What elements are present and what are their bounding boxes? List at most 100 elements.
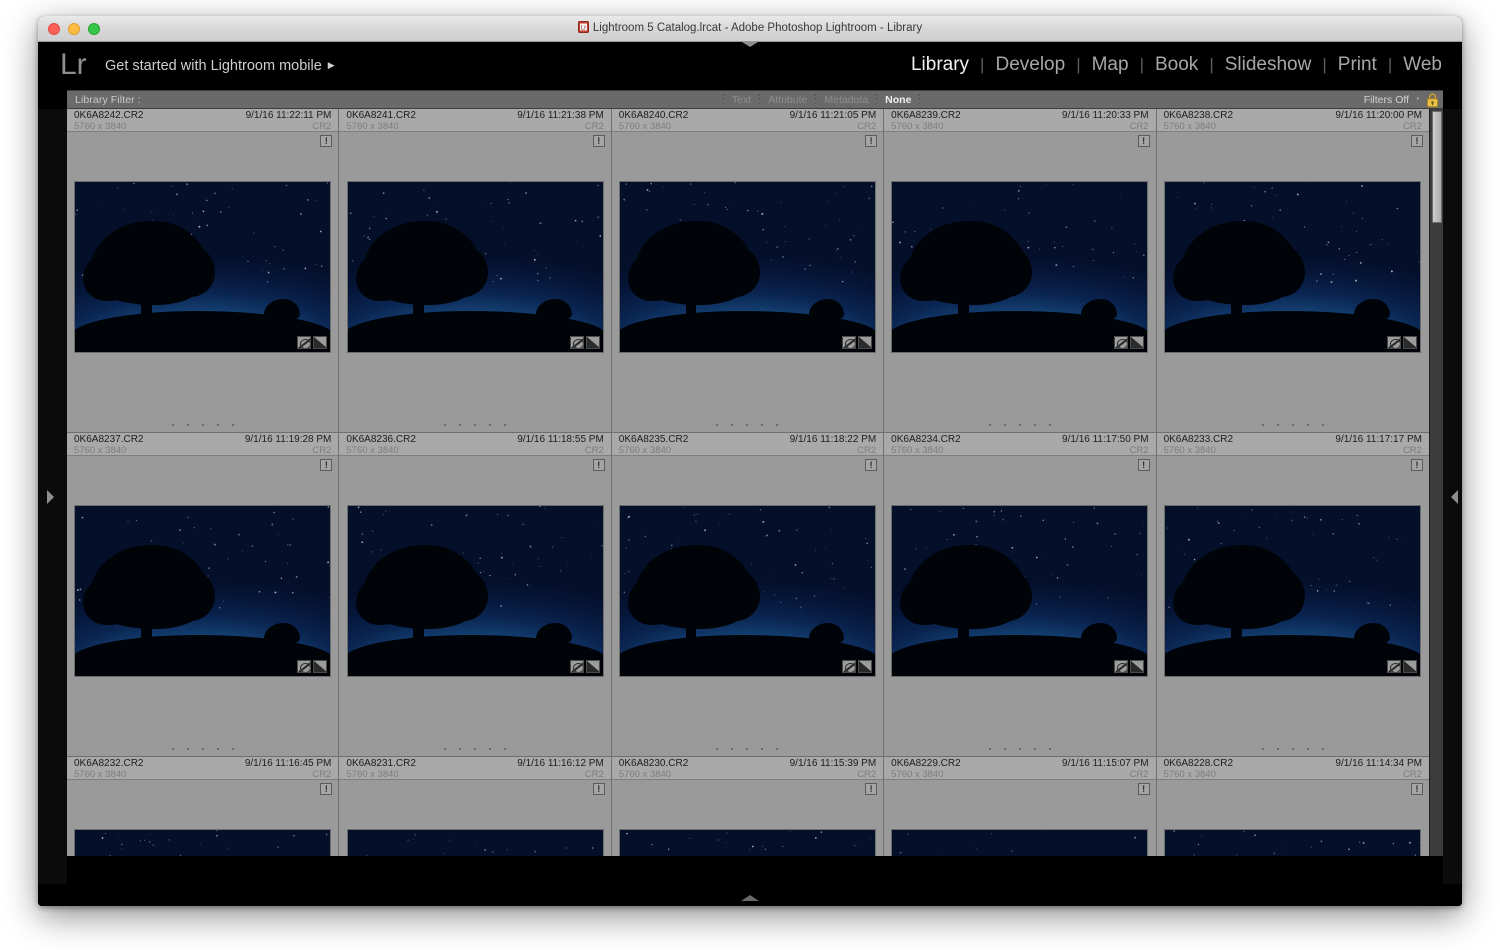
crop-badge-icon[interactable]	[1387, 336, 1402, 349]
module-map[interactable]: Map	[1090, 54, 1131, 76]
photo-thumbnail[interactable]	[75, 506, 331, 676]
develop-adjustment-badge-icon[interactable]	[1130, 336, 1145, 349]
rating-dot[interactable]	[459, 748, 462, 750]
rating-dot[interactable]	[1291, 424, 1294, 426]
rating-dot[interactable]	[231, 424, 234, 426]
rating-dot[interactable]	[1321, 748, 1324, 750]
rating-dot[interactable]	[459, 424, 462, 426]
rating-dot[interactable]	[1306, 424, 1309, 426]
grid-cell[interactable]: 0K6A8240.CR2 9/1/16 11:21:05 PM 5760 x 384…	[611, 109, 885, 433]
rating-dot[interactable]	[731, 748, 734, 750]
rating-dot[interactable]	[761, 748, 764, 750]
rating-dot[interactable]	[988, 748, 991, 750]
crop-badge-icon[interactable]	[1387, 660, 1402, 673]
develop-adjustment-badge-icon[interactable]	[313, 660, 328, 673]
grid-cell[interactable]: 0K6A8236.CR2 9/1/16 11:18:55 PM 5760 x 384…	[339, 433, 612, 757]
crop-badge-icon[interactable]	[1114, 336, 1129, 349]
grid-cell[interactable]: 0K6A8235.CR2 9/1/16 11:18:22 PM 5760 x 384…	[611, 433, 885, 757]
grid-cell[interactable]: 0K6A8230.CR2 9/1/16 11:15:39 PM 5760 x 384…	[611, 757, 885, 856]
rating-dot[interactable]	[1291, 748, 1294, 750]
rating-dot[interactable]	[201, 424, 204, 426]
photo-thumbnail[interactable]	[75, 182, 331, 352]
rating-dot[interactable]	[1048, 748, 1051, 750]
photo-thumbnail[interactable]	[619, 182, 875, 352]
develop-adjustment-badge-icon[interactable]	[1403, 336, 1418, 349]
rating-stars[interactable]	[612, 424, 883, 426]
rating-dot[interactable]	[1003, 748, 1006, 750]
rating-stars[interactable]	[884, 424, 1155, 426]
grid-cell[interactable]: 0K6A8234.CR2 9/1/16 11:17:50 PM 5760 x 384…	[884, 433, 1157, 757]
rating-dot[interactable]	[988, 424, 991, 426]
photo-thumbnail[interactable]	[892, 830, 1148, 856]
photo-thumbnail[interactable]	[347, 506, 603, 676]
rating-dot[interactable]	[1276, 424, 1279, 426]
photo-thumbnail[interactable]	[892, 506, 1148, 676]
module-book[interactable]: Book	[1153, 54, 1200, 76]
filters-state-label[interactable]: Filters Off	[1364, 94, 1409, 106]
grid-cell[interactable]: 0K6A8242.CR2 9/1/16 11:22:11 PM 5760 x 384…	[67, 109, 340, 433]
photo-thumbnail[interactable]	[1165, 182, 1421, 352]
rating-stars[interactable]	[612, 748, 883, 750]
rating-dot[interactable]	[216, 424, 219, 426]
grid-cell[interactable]: 0K6A8228.CR2 9/1/16 11:14:34 PM 5760 x 384…	[1156, 757, 1429, 856]
rating-dot[interactable]	[1003, 424, 1006, 426]
rating-dot[interactable]	[746, 748, 749, 750]
rating-dot[interactable]	[1261, 748, 1264, 750]
rating-dot[interactable]	[489, 424, 492, 426]
rating-dot[interactable]	[776, 424, 779, 426]
grid-cell[interactable]: 0K6A8241.CR2 9/1/16 11:21:38 PM 5760 x 384…	[339, 109, 612, 433]
crop-badge-icon[interactable]	[569, 660, 584, 673]
develop-adjustment-badge-icon[interactable]	[857, 660, 872, 673]
rating-dot[interactable]	[444, 424, 447, 426]
filter-tab-text[interactable]: Text	[724, 94, 759, 106]
rating-dot[interactable]	[716, 748, 719, 750]
filter-tab-attribute[interactable]: Attribute	[760, 94, 815, 106]
lightroom-mobile-link[interactable]: Get started with Lightroom mobile ▶	[105, 58, 335, 74]
crop-badge-icon[interactable]	[297, 336, 312, 349]
rating-dot[interactable]	[1033, 748, 1036, 750]
crop-badge-icon[interactable]	[841, 660, 856, 673]
rating-stars[interactable]	[339, 424, 610, 426]
rating-dot[interactable]	[1276, 748, 1279, 750]
rating-dot[interactable]	[776, 748, 779, 750]
photo-thumbnail[interactable]	[347, 830, 603, 856]
rating-dot[interactable]	[201, 748, 204, 750]
develop-adjustment-badge-icon[interactable]	[585, 660, 600, 673]
grid-cell[interactable]: 0K6A8231.CR2 9/1/16 11:16:12 PM 5760 x 384…	[339, 757, 612, 856]
rating-dot[interactable]	[186, 748, 189, 750]
rating-dot[interactable]	[731, 424, 734, 426]
photo-thumbnail[interactable]	[892, 182, 1148, 352]
left-panel-strip[interactable]	[38, 109, 67, 884]
develop-adjustment-badge-icon[interactable]	[857, 336, 872, 349]
photo-thumbnail[interactable]	[619, 506, 875, 676]
develop-adjustment-badge-icon[interactable]	[313, 336, 328, 349]
crop-badge-icon[interactable]	[1114, 660, 1129, 673]
rating-dot[interactable]	[444, 748, 447, 750]
rating-dot[interactable]	[716, 424, 719, 426]
rating-stars[interactable]	[339, 748, 610, 750]
rating-dot[interactable]	[186, 424, 189, 426]
rating-dot[interactable]	[474, 748, 477, 750]
grid-vertical-scrollbar[interactable]	[1429, 109, 1443, 856]
module-slideshow[interactable]: Slideshow	[1223, 54, 1314, 76]
filter-tab-none[interactable]: None	[877, 94, 919, 106]
grid-cell[interactable]: 0K6A8229.CR2 9/1/16 11:15:07 PM 5760 x 384…	[884, 757, 1157, 856]
module-library[interactable]: Library	[909, 54, 971, 76]
rating-stars[interactable]	[884, 748, 1155, 750]
module-develop[interactable]: Develop	[993, 54, 1067, 76]
chevron-down-icon[interactable]: •	[1417, 96, 1419, 103]
rating-dot[interactable]	[746, 424, 749, 426]
show-right-panel-arrow[interactable]	[1451, 489, 1458, 504]
rating-dot[interactable]	[1306, 748, 1309, 750]
grid-view[interactable]: 0K6A8242.CR2 9/1/16 11:22:11 PM 5760 x 384…	[67, 109, 1429, 856]
show-top-panel-arrow[interactable]	[742, 42, 758, 47]
crop-badge-icon[interactable]	[297, 660, 312, 673]
rating-stars[interactable]	[1157, 424, 1429, 426]
photo-thumbnail[interactable]	[75, 830, 331, 856]
rating-dot[interactable]	[171, 748, 174, 750]
rating-dot[interactable]	[1018, 748, 1021, 750]
rating-dot[interactable]	[1261, 424, 1264, 426]
rating-dot[interactable]	[504, 748, 507, 750]
develop-adjustment-badge-icon[interactable]	[1403, 660, 1418, 673]
grid-cell[interactable]: 0K6A8233.CR2 9/1/16 11:17:17 PM 5760 x 384…	[1156, 433, 1429, 757]
